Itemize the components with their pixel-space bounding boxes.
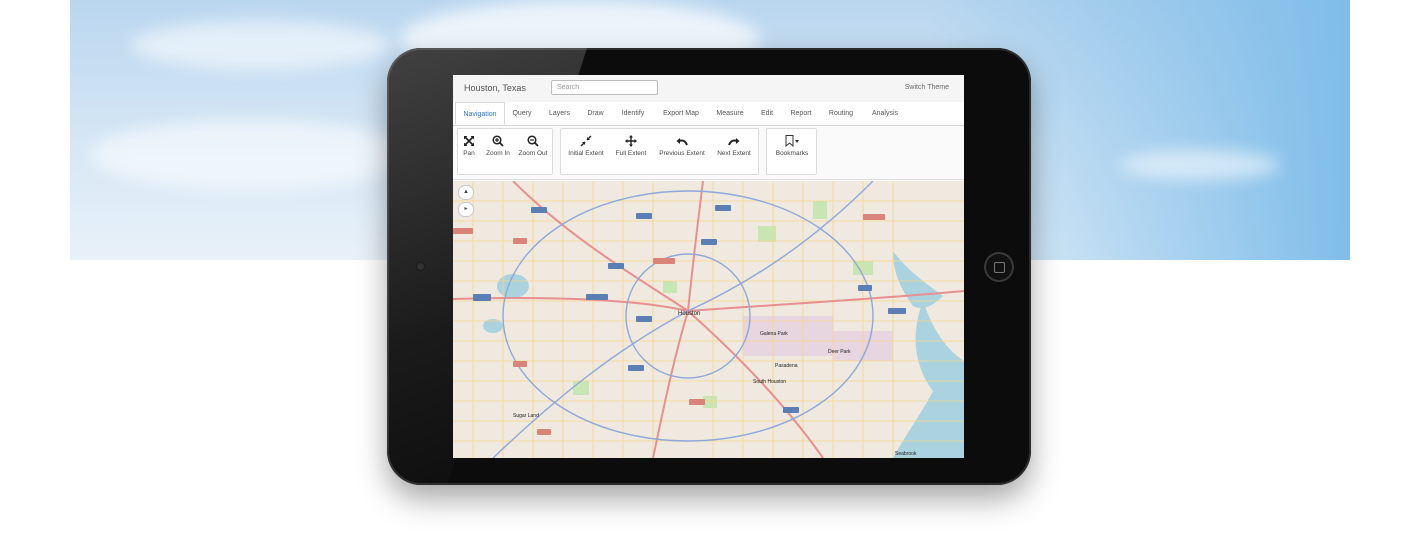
redo-arrow-icon [728,138,740,146]
tab-layers[interactable]: Layers [546,102,573,125]
top-bar: Houston, Texas Switch Theme [453,75,964,103]
map-label-galena-park: Galena Park [760,331,788,337]
tab-routing[interactable]: Routing [825,102,857,125]
map-label-sugar-land: Sugar Land [513,413,539,419]
undo-arrow-icon [676,138,688,146]
tablet-device: Houston, Texas Switch Theme Navigation Q… [387,48,1031,485]
map-zoom-up-button[interactable]: ▲ [458,185,474,200]
initial-extent-button[interactable]: Initial Extent [565,132,607,172]
tab-navigation[interactable]: Navigation [455,102,505,125]
tab-measure[interactable]: Measure [713,102,747,125]
caret-down-icon [795,140,799,143]
map-label-pasadena: Pasadena [775,363,798,369]
bookmark-icon [785,135,799,147]
tab-draw[interactable]: Draw [584,102,607,125]
map-label-houston: Houston [678,311,701,317]
pan-button[interactable]: Pan [460,132,478,172]
tab-bar: Navigation Query Layers Draw Identify Ex… [453,102,964,126]
map-label-deer-park: Deer Park [828,349,851,355]
map-view[interactable]: ▲ ▸ Houston Pasadena Deer Park South Hou… [453,181,964,458]
tab-analysis[interactable]: Analysis [867,102,903,125]
cloud [130,20,390,70]
home-button[interactable] [984,252,1014,282]
zoom-out-icon [527,135,539,147]
bookmarks-group: Bookmarks [766,128,817,175]
bookmarks-label: Bookmarks [775,150,809,157]
full-extent-button[interactable]: Full Extent [611,132,651,172]
map-label-south-houston: South Houston [753,379,787,385]
cloud [1120,150,1280,180]
map-label-seabrook: Seabrook [895,451,917,457]
next-extent-label: Next Extent [717,150,751,157]
app-screen: Houston, Texas Switch Theme Navigation Q… [453,75,964,458]
navigation-toolbar: Pan Zoom In Zoom Out Initial Extent Full… [453,126,964,180]
previous-extent-label: Previous Extent [659,150,705,157]
tab-edit[interactable]: Edit [757,102,777,125]
switch-theme-link[interactable]: Switch Theme [905,84,949,91]
pan-label: Pan [463,150,475,157]
cloud [90,120,410,190]
zoom-group: Pan Zoom In Zoom Out [457,128,553,175]
zoom-out-button[interactable]: Zoom Out [516,132,550,172]
zoom-in-button[interactable]: Zoom In [483,132,513,172]
zoom-in-icon [492,135,504,147]
tab-identify[interactable]: Identify [617,102,649,125]
map-zoom-down-button[interactable]: ▸ [458,202,474,217]
search-input[interactable] [551,80,658,95]
expand-arrows-icon [464,136,474,146]
zoom-out-label: Zoom Out [518,150,548,157]
tab-report[interactable]: Report [787,102,815,125]
app-title: Houston, Texas [464,83,526,93]
tab-query[interactable]: Query [509,102,535,125]
extent-group: Initial Extent Full Extent Previous Exte… [560,128,759,175]
bookmarks-dropdown[interactable]: Bookmarks [771,132,813,172]
next-extent-button[interactable]: Next Extent [713,132,755,172]
compress-arrows-icon [580,135,592,147]
full-extent-label: Full Extent [615,150,647,157]
tab-export-map[interactable]: Export Map [659,102,703,125]
move-arrows-icon [625,135,637,147]
zoom-in-label: Zoom In [486,150,510,157]
camera [417,263,424,270]
previous-extent-button[interactable]: Previous Extent [655,132,709,172]
initial-extent-label: Initial Extent [568,150,604,157]
